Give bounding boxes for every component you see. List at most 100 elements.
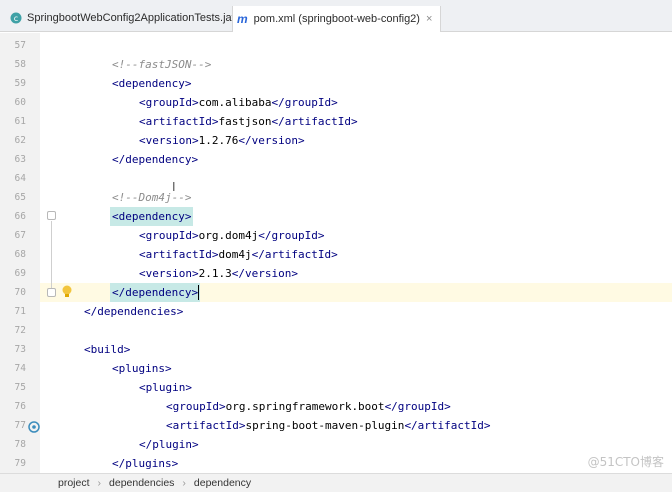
xml-tag: </groupId> — [384, 400, 451, 413]
line-number: 73 — [14, 344, 26, 355]
xml-tag: <groupId> — [139, 229, 199, 242]
xml-tag: <plugin> — [139, 381, 192, 394]
line-number: 74 — [14, 363, 26, 374]
xml-tag: </plugins> — [112, 457, 179, 470]
code-line: 69 <version>2.1.3</version> — [0, 264, 672, 283]
xml-tag: </dependencies> — [84, 305, 184, 318]
xml-tag: </artifactId> — [404, 419, 491, 432]
mouse-ibeam-cursor: I — [172, 180, 176, 194]
xml-tag: </dependency> — [112, 153, 199, 166]
line-number: 66 — [14, 211, 26, 222]
xml-tag-matched: <dependency> — [110, 207, 194, 226]
code-line: 76 <groupId>org.springframework.boot</gro… — [0, 397, 672, 416]
xml-tag: </plugin> — [139, 438, 199, 451]
code-line: 65 <!--Dom4j--> — [0, 188, 672, 207]
line-number: 70 — [14, 287, 26, 298]
xml-comment: <!--Dom4j--> — [112, 191, 192, 204]
line-number: 57 — [14, 40, 26, 51]
code-line: 68 <artifactId>dom4j</artifactId> — [0, 245, 672, 264]
line-number: 58 — [14, 59, 26, 70]
xml-tag: <plugins> — [112, 362, 172, 375]
line-number: 62 — [14, 135, 26, 146]
breadcrumb-item[interactable]: dependency — [194, 477, 251, 489]
line-number: 75 — [14, 382, 26, 393]
tab-label: pom.xml (springboot-web-config2) — [253, 13, 420, 25]
line-number: 64 — [14, 173, 26, 184]
tab-pom-xml[interactable]: m pom.xml (springboot-web-config2) × — [232, 6, 442, 32]
code-line: 77 <artifactId>spring-boot-maven-plugin</… — [0, 416, 672, 435]
xml-value: 2.1.3 — [198, 267, 232, 280]
xml-value: 1.2.76 — [198, 134, 239, 147]
code-line: 70 </dependency> — [0, 283, 672, 302]
tab-label: SpringbootWebConfig2ApplicationTests.jav… — [27, 12, 244, 24]
line-number: 63 — [14, 154, 26, 165]
line-number: 65 — [14, 192, 26, 203]
line-number: 71 — [14, 306, 26, 317]
xml-comment: <!--fastJSON--> — [112, 58, 212, 71]
chevron-right-icon: › — [97, 477, 102, 489]
xml-tag: <groupId> — [139, 96, 199, 109]
lightbulb-icon[interactable] — [61, 285, 73, 299]
line-number: 61 — [14, 116, 26, 127]
line-number: 79 — [14, 458, 26, 469]
code-line: 62 <version>1.2.76</version> — [0, 131, 672, 150]
chevron-right-icon: › — [182, 477, 186, 489]
code-line: 59 <dependency> — [0, 74, 672, 93]
close-icon[interactable]: × — [426, 13, 432, 25]
svg-text:c: c — [14, 14, 18, 23]
code-line: 60 <groupId>com.alibaba</groupId> — [0, 93, 672, 112]
java-class-icon: c — [10, 12, 22, 24]
xml-value: spring-boot-maven-plugin — [245, 419, 405, 432]
xml-tag: <version> — [139, 134, 199, 147]
line-number: 72 — [14, 325, 26, 336]
line-number: 68 — [14, 249, 26, 260]
code-line: 61 <artifactId>fastjson</artifactId> — [0, 112, 672, 131]
xml-tag: <groupId> — [166, 400, 226, 413]
xml-tag: </version> — [238, 134, 305, 147]
code-line: 72 — [0, 321, 672, 340]
code-line: 58 <!--fastJSON--> — [0, 55, 672, 74]
code-line: 63 </dependency> — [0, 150, 672, 169]
xml-value: org.springframework.boot — [225, 400, 385, 413]
code-line: 78 </plugin> — [0, 435, 672, 454]
breadcrumb-item[interactable]: project — [58, 477, 90, 489]
code-line: 73 <build> — [0, 340, 672, 359]
xml-tag: <artifactId> — [139, 115, 219, 128]
code-line: 74 <plugins> — [0, 359, 672, 378]
line-number: 76 — [14, 401, 26, 412]
xml-tag: <dependency> — [112, 77, 192, 90]
text-caret — [198, 285, 199, 300]
code-line: 67 <groupId>org.dom4j</groupId> — [0, 226, 672, 245]
line-number: 67 — [14, 230, 26, 241]
watermark: @51CTO博客 — [587, 455, 664, 469]
xml-value: org.dom4j — [198, 229, 259, 242]
xml-tag: <version> — [139, 267, 199, 280]
xml-tag: <build> — [84, 343, 131, 356]
line-number: 77 — [14, 420, 26, 431]
breadcrumb: project › dependencies › dependency — [0, 473, 672, 492]
xml-tag: </artifactId> — [251, 248, 338, 261]
xml-tag: </groupId> — [271, 96, 338, 109]
xml-tag: </artifactId> — [271, 115, 358, 128]
code-line: 66 <dependency> — [0, 207, 672, 226]
line-number: 69 — [14, 268, 26, 279]
breadcrumb-item[interactable]: dependencies — [109, 477, 174, 489]
code-line: 64 — [0, 169, 672, 188]
tab-springboot-tests[interactable]: c SpringbootWebConfig2ApplicationTests.j… — [10, 5, 256, 31]
code-line: 75 <plugin> — [0, 378, 672, 397]
xml-tag: </version> — [231, 267, 298, 280]
editor-tab-bar: c SpringbootWebConfig2ApplicationTests.j… — [0, 0, 672, 32]
xml-value: dom4j — [218, 248, 252, 261]
line-number: 78 — [14, 439, 26, 450]
code-line: 79 </plugins> — [0, 454, 672, 473]
xml-tag: <artifactId> — [166, 419, 246, 432]
xml-tag-matched: </dependency> — [110, 283, 201, 302]
xml-tag: </groupId> — [258, 229, 325, 242]
spring-bean-icon[interactable] — [28, 421, 40, 433]
xml-value: fastjson — [218, 115, 272, 128]
code-line: 57 — [0, 36, 672, 55]
maven-file-icon: m — [237, 12, 248, 26]
line-number: 60 — [14, 97, 26, 108]
line-number: 59 — [14, 78, 26, 89]
xml-value: com.alibaba — [198, 96, 272, 109]
